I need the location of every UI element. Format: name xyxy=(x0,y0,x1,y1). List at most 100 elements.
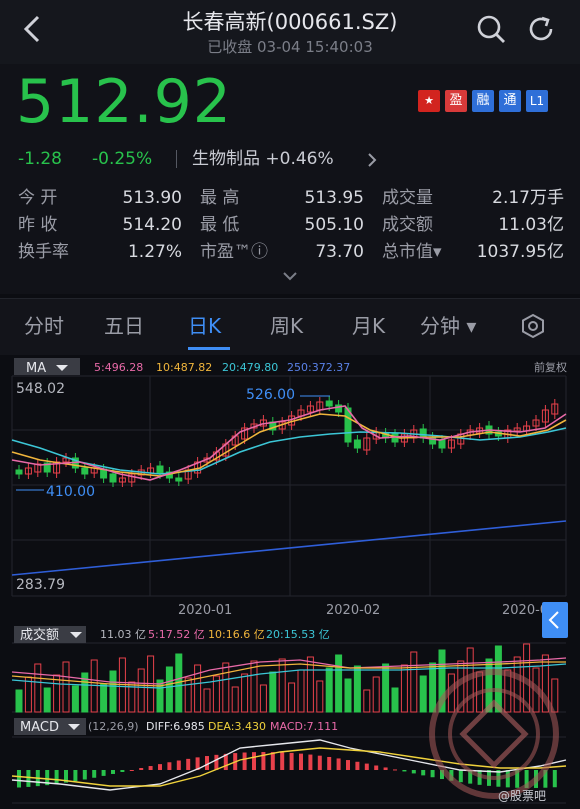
watermark-text: @股票吧 xyxy=(498,789,546,803)
tab-minute[interactable]: 分钟 ▾ xyxy=(420,313,476,339)
macd-bar xyxy=(402,770,407,772)
refresh-icon[interactable] xyxy=(524,12,558,46)
macd-bar xyxy=(26,770,31,787)
candle-body xyxy=(438,439,446,449)
volume-bar xyxy=(419,675,427,713)
macd-bar xyxy=(308,754,313,770)
settings-icon[interactable] xyxy=(520,313,546,339)
ma-label: MA xyxy=(26,361,46,376)
volume-bar xyxy=(391,687,399,713)
macd-bar xyxy=(430,770,435,778)
ma5-value: 5:496.28 xyxy=(94,361,143,374)
stat-turnover-label: 成交额 xyxy=(382,215,433,235)
macd-bar xyxy=(346,760,350,770)
macd-diff: DIFF:6.985 xyxy=(146,720,205,733)
stat-turnrate-label: 换手率 xyxy=(18,242,69,262)
stat-volume-label: 成交量 xyxy=(382,188,433,208)
candle-body xyxy=(81,467,89,475)
macd-label: MACD xyxy=(20,720,59,735)
margin-badge[interactable]: 融 xyxy=(472,90,494,112)
volume-bar xyxy=(335,654,343,713)
ma-selector[interactable] xyxy=(14,358,80,375)
stat-prevclose-label: 昨 收 xyxy=(18,215,58,235)
stat-pe-label[interactable]: 市盈™ⓘ xyxy=(200,241,268,263)
macd-bar xyxy=(92,770,97,778)
stat-mktcap-value: 1037.95亿 xyxy=(476,242,564,262)
macd-bar xyxy=(158,764,162,770)
macd-params: (12,26,9) xyxy=(88,720,139,733)
macd-bar xyxy=(129,770,134,771)
stat-low-label: 最 低 xyxy=(200,215,240,235)
chevron-right-icon[interactable] xyxy=(366,152,378,168)
tab-monthly-k[interactable]: 月K xyxy=(352,313,385,339)
volume-bar xyxy=(156,679,164,713)
volume-ma10: 10:16.6 亿 xyxy=(208,628,265,641)
active-tab-indicator xyxy=(188,347,230,350)
divider xyxy=(176,150,177,168)
search-icon[interactable] xyxy=(474,12,508,46)
macd-bar xyxy=(421,770,426,776)
stat-pe-value: 73.70 xyxy=(315,242,364,262)
stat-turnover-value: 11.03亿 xyxy=(498,215,564,235)
connect-badge[interactable]: 通 xyxy=(499,90,521,112)
tab-weekly-k[interactable]: 周K xyxy=(270,313,303,339)
period-tabs: 分时 五日 日K 周K 月K 分钟 ▾ xyxy=(0,298,580,355)
macd-bar xyxy=(270,752,275,770)
candle-body xyxy=(325,400,333,407)
adjust-label[interactable]: 前复权 xyxy=(534,360,567,374)
tab-five-day[interactable]: 五日 xyxy=(104,313,144,339)
profit-badge[interactable]: 盈 xyxy=(445,90,467,112)
volume-bar xyxy=(71,685,79,713)
stat-mktcap-label[interactable]: 总市值▾ xyxy=(382,241,442,263)
volume-bar xyxy=(100,683,108,713)
tab-daily-k[interactable]: 日K xyxy=(188,313,221,339)
candle-body xyxy=(109,473,117,483)
axis-max-label: 548.02 xyxy=(16,381,65,397)
ma250-value: 250:372.37 xyxy=(287,361,350,374)
app-header: 长春高新(000661.SZ) 已收盘 03-04 15:40:03 xyxy=(0,0,580,64)
candle-body xyxy=(15,469,23,475)
macd-bar xyxy=(54,770,59,784)
macd-bar xyxy=(552,770,557,788)
expand-chevron-icon[interactable] xyxy=(282,270,298,282)
stat-open-value: 513.90 xyxy=(122,188,182,208)
macd-bar xyxy=(242,752,247,770)
volume-total: 11.03 亿 xyxy=(100,628,146,641)
macd-bar xyxy=(299,753,303,770)
macd-bar xyxy=(148,766,153,770)
price-change-pct: -0.25% xyxy=(92,149,153,169)
side-panel-toggle[interactable] xyxy=(542,602,568,638)
macd-bar xyxy=(393,769,397,771)
tab-intraday[interactable]: 分时 xyxy=(24,313,64,339)
ma10-value: 10:487.82 xyxy=(156,361,212,374)
candle-body xyxy=(156,465,164,475)
macd-bar xyxy=(383,767,388,770)
macd-bar xyxy=(120,770,125,772)
volume-bar xyxy=(43,687,51,713)
macd-bar xyxy=(176,760,181,770)
volume-ma20: 20:15.53 亿 xyxy=(266,628,330,641)
macd-bar xyxy=(374,765,379,770)
sector-link[interactable]: 生物制品 +0.46% xyxy=(192,148,334,170)
macd-bar xyxy=(280,752,285,770)
candle-body xyxy=(175,477,183,482)
kline-chart[interactable]: MA 5:496.28 10:487.82 20:479.80 250:372.… xyxy=(0,356,580,809)
macd-dea: DEA:3.430 xyxy=(208,720,266,733)
macd-bar xyxy=(505,770,510,788)
macd-bar xyxy=(289,752,294,770)
macd-bar xyxy=(167,762,172,770)
volume-bar xyxy=(353,665,361,713)
macd-bar xyxy=(327,756,332,770)
macd-bar xyxy=(411,770,416,774)
macd-bar xyxy=(458,770,463,783)
macd-bar xyxy=(317,755,322,770)
volume-bar xyxy=(109,670,117,713)
macd-bar xyxy=(111,770,115,774)
volume-bar xyxy=(165,666,173,713)
volume-bar xyxy=(15,689,23,713)
high-marker-label: 526.00 xyxy=(246,387,295,403)
macd-bar xyxy=(205,756,209,770)
current-price: 512.92 xyxy=(16,67,232,137)
ma20-value: 20:479.80 xyxy=(222,361,278,374)
level1-badge[interactable]: L1 xyxy=(526,90,548,112)
